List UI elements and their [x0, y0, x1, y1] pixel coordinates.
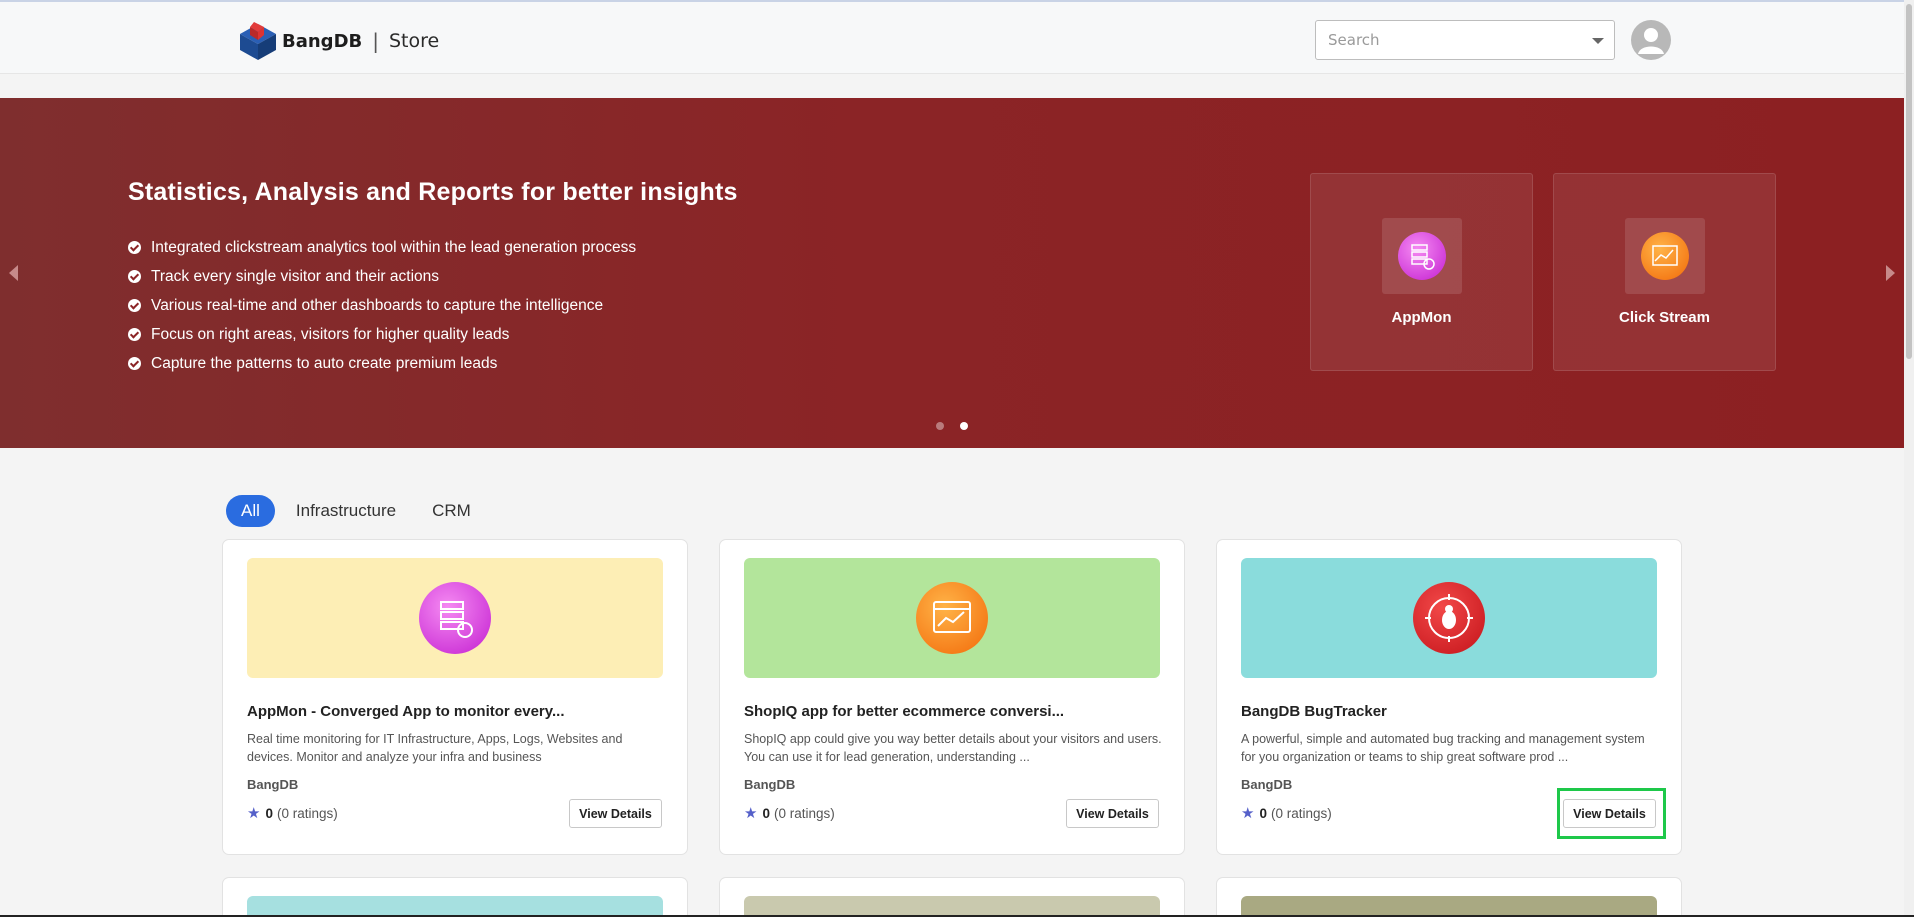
check-circle-icon: [128, 241, 141, 254]
chevron-down-icon[interactable]: [1592, 38, 1604, 44]
hero-feature-item: Track every single visitor and their act…: [128, 262, 636, 291]
app-card-partial: [222, 877, 688, 917]
hero-banner: Statistics, Analysis and Reports for bet…: [0, 98, 1904, 448]
check-circle-icon: [128, 357, 141, 370]
check-circle-icon: [128, 328, 141, 341]
clickstream-chart-icon: [1641, 232, 1689, 280]
user-avatar-icon[interactable]: [1631, 20, 1671, 60]
brand-separator: |: [372, 29, 379, 53]
app-card-banner: [744, 558, 1160, 678]
check-circle-icon: [128, 299, 141, 312]
server-monitor-icon: [1398, 232, 1446, 280]
app-card-title[interactable]: BangDB BugTracker: [1241, 703, 1387, 720]
scrollbar-thumb[interactable]: [1906, 4, 1912, 359]
star-icon: ★: [247, 805, 261, 822]
check-circle-icon: [128, 270, 141, 283]
vertical-scrollbar[interactable]: [1904, 0, 1914, 917]
hero-feature-item: Focus on right areas, visitors for highe…: [128, 320, 636, 349]
top-navbar: BangDB | Store: [0, 0, 1904, 74]
app-card-banner: [247, 896, 663, 917]
app-tile: [1625, 218, 1705, 294]
brand-name: BangDB: [282, 30, 363, 52]
hero-feature-text: Focus on right areas, visitors for highe…: [151, 325, 510, 343]
app-card-vendor: BangDB: [1241, 777, 1293, 792]
view-details-button[interactable]: View Details: [569, 799, 662, 828]
app-card-partial: [1216, 877, 1682, 917]
app-card-description: A powerful, simple and automated bug tra…: [1241, 732, 1645, 764]
app-tile: [1382, 218, 1462, 294]
app-card: AppMon - Converged App to monitor every.…: [222, 539, 688, 855]
hero-title: Statistics, Analysis and Reports for bet…: [128, 178, 738, 206]
app-card-banner: [1241, 558, 1657, 678]
hero-feature-text: Integrated clickstream analytics tool wi…: [151, 238, 637, 256]
app-card-description: ShopIQ app could give you way better det…: [744, 732, 1162, 764]
hero-app-name: Click Stream: [1619, 309, 1710, 326]
hero-feature-item: Various real-time and other dashboards t…: [128, 291, 636, 320]
hero-app-card-appmon[interactable]: AppMon: [1310, 173, 1533, 371]
app-card-rating: ★ 0 (0 ratings): [247, 804, 338, 822]
app-card-rating: ★ 0 (0 ratings): [1241, 804, 1332, 822]
search-box[interactable]: [1315, 20, 1615, 60]
carousel-next-icon[interactable]: [1886, 265, 1895, 281]
bangdb-logo-icon: [236, 20, 280, 62]
rating-value: 0: [762, 805, 770, 821]
app-card-banner: [1241, 896, 1657, 917]
hero-feature-text: Capture the patterns to auto create prem…: [151, 354, 498, 372]
app-card: ShopIQ app for better ecommerce conversi…: [719, 539, 1185, 855]
carousel-prev-icon[interactable]: [9, 265, 18, 281]
tab-crm[interactable]: CRM: [417, 495, 486, 527]
rating-count: (0 ratings): [276, 805, 338, 821]
app-card-banner: [744, 896, 1160, 917]
app-card-description: Real time monitoring for IT Infrastructu…: [247, 732, 623, 764]
bug-icon: [1413, 582, 1485, 654]
search-input[interactable]: [1316, 21, 1566, 59]
rating-count: (0 ratings): [1270, 805, 1332, 821]
app-card-partial: [719, 877, 1185, 917]
app-card-rating: ★ 0 (0 ratings): [744, 804, 835, 822]
hero-feature-text: Various real-time and other dashboards t…: [151, 296, 604, 314]
app-card-vendor: BangDB: [744, 777, 796, 792]
app-card-vendor: BangDB: [247, 777, 299, 792]
app-card-title[interactable]: AppMon - Converged App to monitor every.…: [247, 703, 565, 720]
brand[interactable]: BangDB | Store: [236, 20, 439, 62]
hero-feature-text: Track every single visitor and their act…: [151, 267, 440, 285]
highlight-box: [1557, 788, 1666, 839]
web-analytics-icon: [916, 582, 988, 654]
star-icon: ★: [1241, 805, 1255, 822]
app-card-banner: [247, 558, 663, 678]
view-details-button[interactable]: View Details: [1066, 799, 1159, 828]
brand-section: Store: [388, 30, 440, 52]
category-tabs: All Infrastructure CRM: [226, 495, 492, 527]
hero-feature-item: Integrated clickstream analytics tool wi…: [128, 233, 636, 262]
rating-count: (0 ratings): [773, 805, 835, 821]
carousel-indicators: [936, 422, 984, 430]
carousel-dot[interactable]: [936, 422, 944, 430]
rating-value: 0: [265, 805, 273, 821]
star-icon: ★: [744, 805, 758, 822]
hero-app-name: AppMon: [1391, 309, 1452, 326]
app-card-title[interactable]: ShopIQ app for better ecommerce conversi…: [744, 703, 1064, 720]
carousel-dot-active[interactable]: [960, 422, 968, 430]
tab-all[interactable]: All: [226, 495, 275, 527]
rating-value: 0: [1259, 805, 1267, 821]
hero-app-card-clickstream[interactable]: Click Stream: [1553, 173, 1776, 371]
hero-feature-item: Capture the patterns to auto create prem…: [128, 349, 636, 378]
server-monitor-icon: [419, 582, 491, 654]
tab-infrastructure[interactable]: Infrastructure: [281, 495, 411, 527]
hero-feature-list: Integrated clickstream analytics tool wi…: [128, 233, 636, 378]
